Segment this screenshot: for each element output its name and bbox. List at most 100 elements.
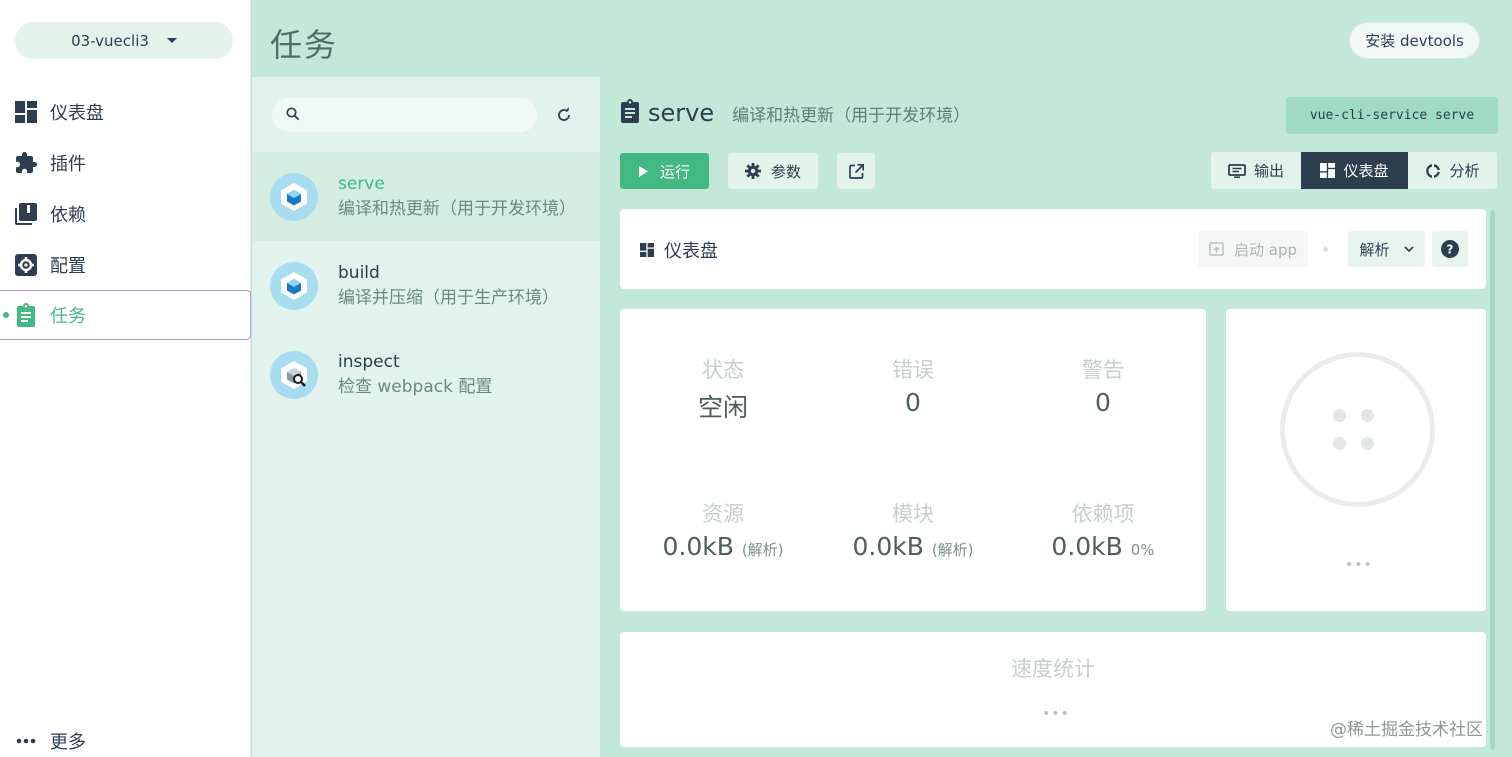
task-description: 编译和热更新（用于开发环境） [338, 198, 576, 219]
task-list-panel: serve 编译和热更新（用于开发环境） build 编译并压缩（用于生产环境）… [252, 77, 600, 757]
run-task-button[interactable]: 运行 [620, 153, 709, 189]
sidebar-nav: 仪表盘 插件 依赖 配置 任务 [0, 86, 251, 340]
params-label: 参数 [770, 162, 801, 181]
tab-analyzer[interactable]: 分析 [1408, 152, 1497, 189]
install-devtools-button[interactable]: 安装 devtools [1349, 22, 1480, 59]
settings-icon [14, 253, 38, 277]
stat-modules: 模块 0.0kB (解析) [818, 498, 1008, 561]
stat-value: 0.0kB [662, 532, 734, 561]
project-select[interactable]: 03-vuecli3 [15, 22, 233, 59]
sidebar-item-tasks[interactable]: 任务 [0, 290, 251, 340]
view-tabs: 输出 仪表盘 分析 [1211, 152, 1497, 189]
stat-label: 警告 [1082, 358, 1124, 382]
sidebar-item-dependencies[interactable]: 依赖 [0, 188, 251, 239]
stat-value: 0 [905, 388, 921, 417]
sidebar-item-label: 插件 [50, 153, 86, 175]
status-ellipsis: ••• [1345, 557, 1373, 573]
sidebar-item-dashboard[interactable]: 仪表盘 [0, 86, 251, 137]
build-status-card: ••• [1226, 309, 1486, 611]
open-in-browser-icon [1209, 242, 1224, 256]
play-icon [638, 165, 648, 177]
help-icon: ? [1441, 240, 1459, 258]
dashboard-icon [14, 100, 38, 124]
stat-assets: 资源 0.0kB (解析) [628, 498, 818, 561]
task-list: serve 编译和热更新（用于开发环境） build 编译并压缩（用于生产环境）… [252, 152, 600, 419]
run-label: 运行 [659, 162, 690, 181]
stat-label: 依赖项 [1071, 502, 1135, 526]
task-name: serve [338, 173, 385, 194]
refresh-icon[interactable] [552, 103, 576, 127]
dashboard-icon [1320, 163, 1336, 178]
task-item-serve[interactable]: serve 编译和热更新（用于开发环境） [252, 152, 600, 241]
gear-icon [744, 163, 761, 179]
stat-errors: 错误 0 [818, 354, 1008, 417]
more-horizontal-icon [14, 738, 38, 744]
sidebar-item-label: 仪表盘 [50, 102, 104, 124]
task-detail-header: serve 编译和热更新（用于开发环境） [620, 99, 970, 127]
help-button[interactable]: ? [1432, 231, 1468, 267]
tab-label: 输出 [1253, 162, 1284, 180]
dashboard-toolbar: 仪表盘 启动 app 解析 ? [620, 209, 1486, 289]
task-description: 编译并压缩（用于生产环境） [338, 287, 559, 308]
sidebar: 03-vuecli3 仪表盘 插件 依赖 配置 任务 更多 [0, 0, 251, 757]
stat-analyze-link[interactable]: (解析) [742, 541, 784, 559]
open-external-button[interactable] [837, 153, 875, 189]
task-name: inspect [338, 351, 400, 372]
task-item-build[interactable]: build 编译并压缩（用于生产环境） [252, 241, 600, 330]
library-icon [14, 202, 38, 226]
puzzle-icon [14, 151, 38, 175]
sidebar-item-label: 依赖 [50, 204, 86, 226]
stat-value: 空闲 [697, 393, 748, 422]
webpack-inspect-icon [270, 350, 318, 399]
tab-label: 仪表盘 [1343, 162, 1389, 180]
stat-value: 0 [1095, 388, 1111, 417]
task-search [272, 98, 537, 132]
tab-output[interactable]: 输出 [1211, 152, 1301, 189]
speed-ellipsis: ••• [1042, 706, 1070, 722]
sidebar-item-label: 任务 [50, 306, 86, 327]
task-params-button[interactable]: 参数 [728, 153, 818, 189]
stat-value: 0.0kB [852, 532, 924, 561]
task-detail-description: 编译和热更新（用于开发环境） [732, 105, 971, 126]
task-description: 检查 webpack 配置 [338, 376, 493, 397]
task-item-inspect[interactable]: inspect 检查 webpack 配置 [252, 330, 600, 419]
dashboard-title: 仪表盘 [664, 241, 718, 262]
svg-text:?: ? [1447, 243, 1454, 257]
scrollbar[interactable] [1490, 210, 1495, 750]
search-icon [286, 106, 300, 125]
stat-label: 资源 [702, 502, 744, 526]
speed-stats-title: 速度统计 [1011, 657, 1095, 681]
stat-label: 状态 [702, 358, 744, 382]
stat-label: 错误 [892, 358, 934, 382]
watermark: @稀土掘金技术社区 [1330, 720, 1483, 740]
start-app-label: 启动 app [1233, 240, 1297, 259]
clipboard-icon [14, 303, 38, 327]
open-in-new-icon [848, 163, 864, 179]
tab-dashboard[interactable]: 仪表盘 [1301, 152, 1408, 189]
terminal-icon [1228, 163, 1246, 178]
stat-percent: 0% [1130, 541, 1155, 559]
analyze-select[interactable]: 解析 [1348, 231, 1425, 267]
webpack-icon [270, 172, 318, 221]
task-name: build [338, 262, 380, 283]
donut-icon [1425, 163, 1441, 179]
sidebar-more-label: 更多 [50, 732, 86, 753]
separator-dot [1323, 247, 1328, 252]
analyze-label: 解析 [1359, 240, 1390, 259]
stat-status: 状态 空闲 [628, 354, 818, 424]
stat-value: 0.0kB [1051, 532, 1123, 561]
webpack-icon [270, 261, 318, 310]
sidebar-more[interactable]: 更多 [14, 728, 86, 754]
stat-label: 模块 [892, 502, 934, 526]
stat-warnings: 警告 0 [1008, 354, 1198, 417]
search-input[interactable] [308, 107, 528, 123]
caret-down-icon [166, 38, 177, 43]
sidebar-item-plugins[interactable]: 插件 [0, 137, 251, 188]
clipboard-icon [620, 99, 640, 127]
task-detail-name: serve [648, 99, 715, 127]
build-stats-card: 状态 空闲 错误 0 警告 0 资源 0.0kB (解析) 模块 0.0kB (… [620, 309, 1206, 611]
start-app-button[interactable]: 启动 app [1198, 231, 1308, 267]
stat-analyze-link[interactable]: (解析) [932, 541, 974, 559]
sidebar-item-label: 配置 [50, 255, 86, 277]
sidebar-item-config[interactable]: 配置 [0, 239, 251, 290]
